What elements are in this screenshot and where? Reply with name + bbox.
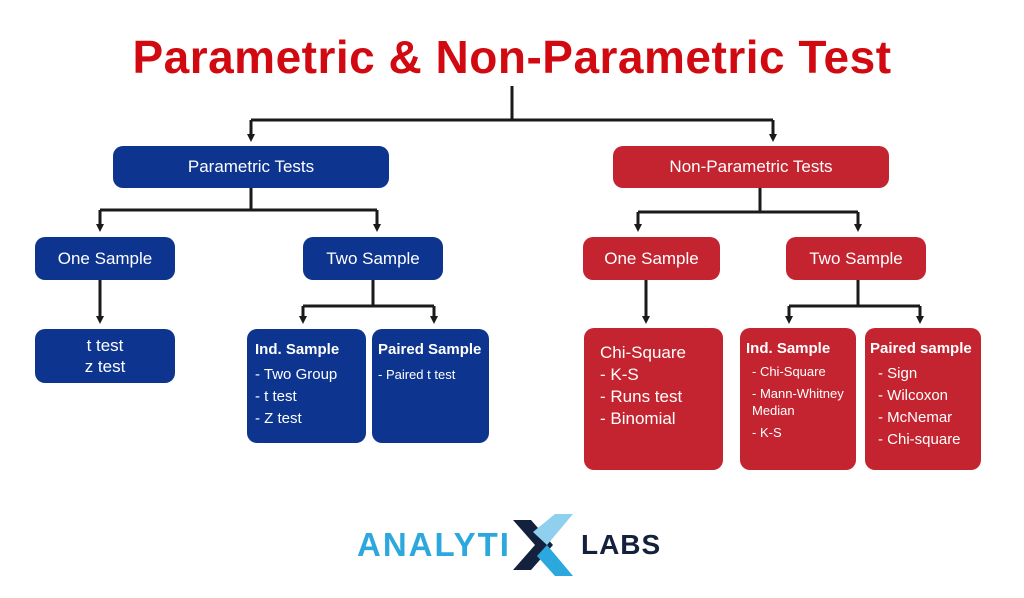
connector-lines [96, 86, 924, 324]
test-item: - Sign [878, 365, 918, 382]
p-two-sample-node: Two Sample [303, 237, 443, 280]
test-item: z test [84, 357, 126, 376]
test-item: - Mann-Whitney Median [752, 386, 844, 418]
test-item: - Wilcoxon [878, 387, 949, 404]
np-one-sample-tests-node: Chi-Square - K-S - Runs test - Binomial [584, 328, 723, 470]
p-two-connector [303, 280, 434, 308]
test-item: - t test [255, 388, 297, 405]
np-one-sample-node: One Sample [583, 237, 720, 280]
parametric-tests-label: Parametric Tests [187, 157, 315, 176]
parametric-connector [100, 186, 377, 212]
test-item: t test [86, 336, 124, 355]
p-one-sample-label: One Sample [57, 248, 153, 268]
p-paired-sample-title: Paired Sample [378, 341, 482, 358]
p-paired-sample-node: Paired Sample - Paired t test [372, 329, 489, 443]
np-two-sample-node: Two Sample [786, 237, 926, 280]
test-item: - Paired t test [378, 367, 456, 382]
nonparametric-tests-node: Non-Parametric Tests [613, 146, 889, 188]
nonparametric-tests-label: Non-Parametric Tests [669, 157, 833, 176]
np-ind-sample-title: Ind. Sample [746, 340, 831, 357]
test-item: - Chi-square [878, 431, 961, 448]
test-item: - Z test [255, 410, 302, 427]
p-one-sample-tests-node: t test z test [35, 329, 175, 383]
parametric-tests-node: Parametric Tests [113, 146, 389, 188]
test-item: - McNemar [878, 409, 953, 426]
p-ind-sample-title: Ind. Sample [255, 341, 340, 358]
np-paired-sample-title: Paired sample [870, 340, 972, 357]
test-item: - K-S [600, 365, 639, 384]
test-item: - Binomial [600, 409, 676, 428]
test-item: - Chi-Square [752, 364, 826, 379]
p-ind-sample-node: Ind. Sample - Two Group - t test - Z tes… [247, 329, 366, 443]
np-paired-sample-node: Paired sample - Sign - Wilcoxon - McNema… [865, 328, 981, 470]
nonparametric-connector [638, 186, 858, 214]
test-item: - Two Group [255, 366, 338, 383]
test-item: Chi-Square [600, 343, 686, 362]
root-connector [251, 86, 773, 122]
test-item: - Runs test [600, 387, 683, 406]
np-two-connector [789, 280, 920, 308]
logo-text-analyti: ANALYTI [357, 526, 511, 563]
analytixlabs-logo: ANALYTI LABS [357, 510, 661, 580]
np-ind-sample-node: Ind. Sample - Chi-Square - Mann-Whitney … [740, 328, 856, 470]
np-one-sample-label: One Sample [604, 248, 699, 268]
np-two-sample-label: Two Sample [809, 248, 903, 268]
p-two-sample-label: Two Sample [326, 248, 420, 268]
p-one-sample-node: One Sample [35, 237, 175, 280]
test-item: - K-S [752, 425, 782, 440]
logo-text-labs: LABS [580, 529, 662, 560]
logo-x-mark-icon [512, 514, 573, 576]
